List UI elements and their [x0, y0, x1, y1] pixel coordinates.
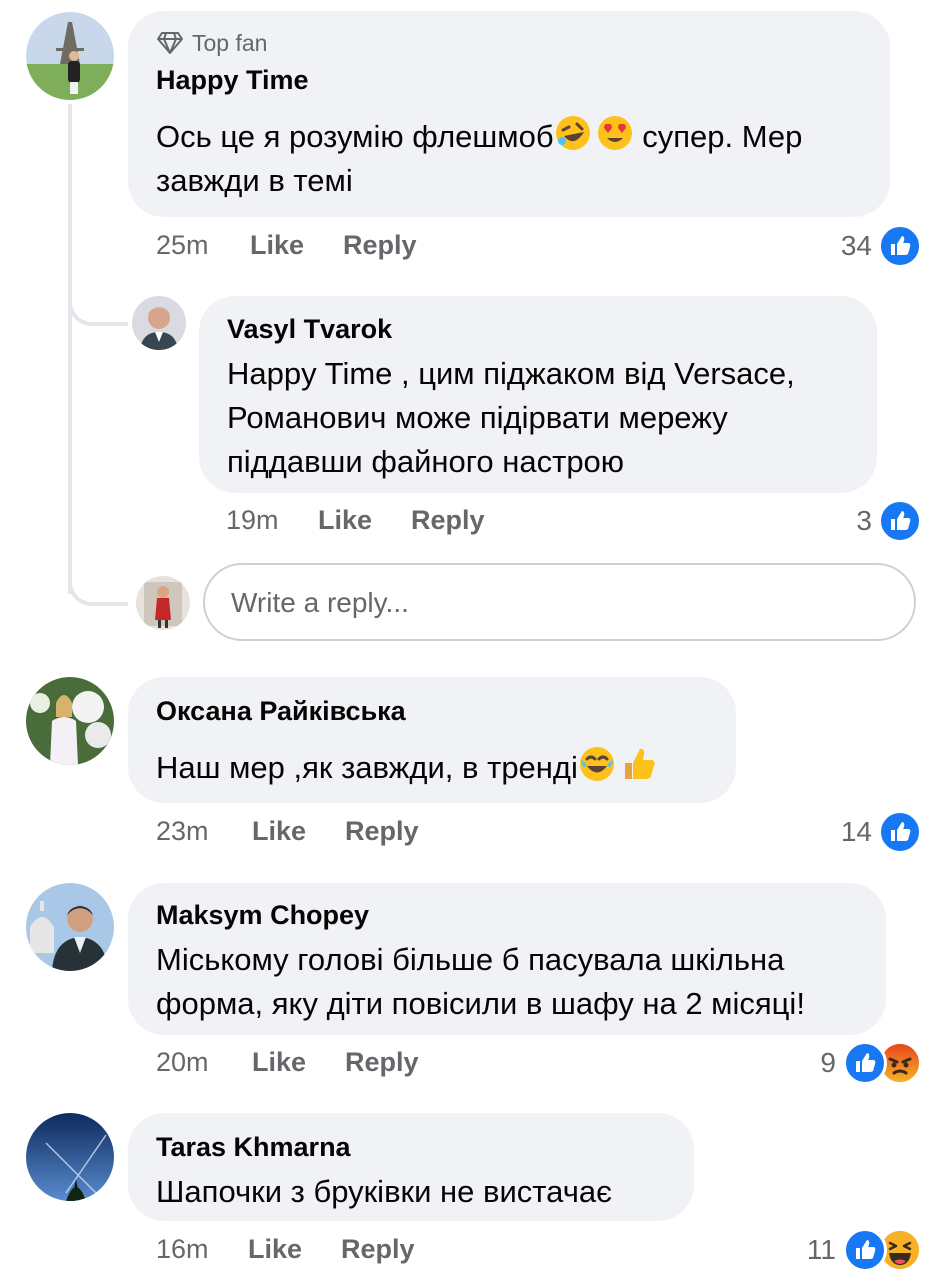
- avatar[interactable]: [26, 677, 114, 765]
- like-button[interactable]: Like: [252, 1047, 306, 1078]
- avatar[interactable]: [132, 296, 186, 350]
- avatar: [136, 576, 190, 630]
- reply-button[interactable]: Reply: [411, 505, 485, 536]
- avatar[interactable]: [26, 12, 114, 100]
- comment-text-line: Шапочки з бруківки не вистачає: [156, 1174, 612, 1209]
- comment-author[interactable]: Vasyl Tvarok: [227, 314, 392, 345]
- like-icon[interactable]: [843, 1228, 887, 1272]
- comment-author[interactable]: Taras Khmarna: [156, 1132, 351, 1163]
- thumbs-up-emoji-icon: [620, 745, 658, 783]
- tears-of-joy-emoji-icon: [578, 745, 616, 783]
- comment-author[interactable]: Happy Time: [156, 65, 309, 96]
- top-fan-badge: Top fan: [192, 30, 268, 56]
- comment-text-line: Романович може підірвати мережу: [227, 400, 728, 435]
- comment-text-line: Наш мер ,як завжди, в тренді: [156, 750, 578, 785]
- comment-text-line: піддавши файного настрою: [227, 444, 625, 479]
- reaction-count[interactable]: 3: [812, 505, 872, 537]
- comment-text: Міському голові більше б пасувала шкільн…: [156, 938, 805, 1026]
- comment-author[interactable]: Оксана Райківська: [156, 696, 406, 727]
- comment-text: Наш мер ,як завжди, в тренді: [156, 745, 658, 790]
- comment-text-line: Happy Time , цим піджаком від Versace,: [227, 356, 795, 391]
- like-icon[interactable]: [878, 224, 922, 268]
- comment-time[interactable]: 23m: [156, 816, 209, 847]
- like-button[interactable]: Like: [252, 816, 306, 847]
- thread-line: [68, 104, 72, 594]
- comment-author[interactable]: Maksym Chopey: [156, 900, 369, 931]
- comment-time[interactable]: 19m: [226, 505, 279, 536]
- comment-time[interactable]: 16m: [156, 1234, 209, 1265]
- comment-text: Happy Time , цим піджаком від Versace, Р…: [227, 352, 795, 484]
- reply-button[interactable]: Reply: [341, 1234, 415, 1265]
- comment-text-line: завжди в темі: [156, 163, 353, 198]
- comment-time[interactable]: 25m: [156, 230, 209, 261]
- comment-text: Шапочки з бруківки не вистачає: [156, 1170, 612, 1214]
- reaction-count[interactable]: 34: [812, 230, 872, 262]
- reaction-count[interactable]: 11: [776, 1234, 836, 1266]
- reply-button[interactable]: Reply: [343, 230, 417, 261]
- comment-time[interactable]: 20m: [156, 1047, 209, 1078]
- thread-branch: [68, 570, 128, 606]
- comment-text-line: Міському голові більше б пасувала шкільн…: [156, 942, 785, 977]
- comment-text-line: Ось це я розумію флешмоб: [156, 119, 554, 154]
- like-icon[interactable]: [878, 810, 922, 854]
- reply-input[interactable]: Write a reply...: [203, 563, 916, 641]
- like-button[interactable]: Like: [248, 1234, 302, 1265]
- reply-input-placeholder: Write a reply...: [231, 587, 409, 618]
- rofl-emoji-icon: [554, 114, 592, 152]
- comment-text-line: супер. Мер: [633, 119, 803, 154]
- like-button[interactable]: Like: [318, 505, 372, 536]
- like-icon[interactable]: [843, 1041, 887, 1085]
- avatar[interactable]: [26, 1113, 114, 1201]
- heart-eyes-emoji-icon: [596, 114, 634, 152]
- reply-button[interactable]: Reply: [345, 1047, 419, 1078]
- like-icon[interactable]: [878, 499, 922, 543]
- comment-text-line: форма, яку діти повісили в шафу на 2 міс…: [156, 986, 805, 1021]
- thread-branch: [68, 290, 128, 326]
- top-fan-badge-icon: [156, 30, 184, 56]
- avatar[interactable]: [26, 883, 114, 971]
- comment-text: Ось це я розумію флешмоб супер. Мер завж…: [156, 114, 802, 203]
- reaction-count[interactable]: 14: [812, 816, 872, 848]
- reaction-count[interactable]: 9: [776, 1047, 836, 1079]
- reply-button[interactable]: Reply: [345, 816, 419, 847]
- like-button[interactable]: Like: [250, 230, 304, 261]
